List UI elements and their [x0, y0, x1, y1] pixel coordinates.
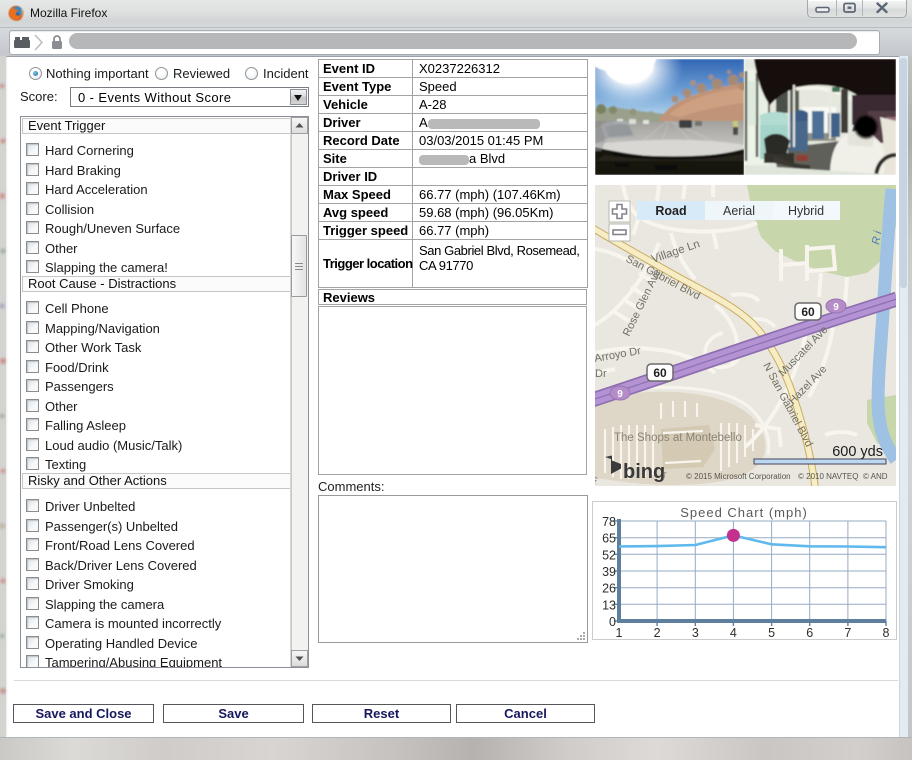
svg-text:600 yds: 600 yds [832, 444, 883, 460]
svg-text:8: 8 [883, 626, 890, 639]
svg-text:65: 65 [602, 532, 616, 546]
svg-text:60: 60 [801, 305, 815, 319]
svg-text:9: 9 [833, 302, 839, 313]
svg-text:13: 13 [602, 598, 616, 612]
svg-text:9: 9 [617, 389, 623, 400]
svg-text:78: 78 [602, 515, 616, 529]
svg-text:The Shops at Montebello: The Shops at Montebello [614, 432, 742, 444]
svg-text:5: 5 [768, 626, 775, 639]
svg-text:r: r [663, 469, 667, 481]
svg-text:60: 60 [653, 366, 667, 380]
svg-text:Road: Road [655, 204, 686, 218]
svg-text:© 2015 Microsoft Corporation: © 2015 Microsoft Corporation [686, 472, 791, 481]
svg-text:52: 52 [602, 548, 616, 562]
svg-text:R i: R i [870, 230, 884, 246]
svg-text:7: 7 [844, 626, 851, 639]
svg-text:4: 4 [730, 626, 737, 639]
svg-text:Aerial: Aerial [723, 204, 755, 218]
svg-text:© 2010 NAVTEQ: © 2010 NAVTEQ [798, 472, 858, 481]
svg-text:1: 1 [616, 626, 623, 639]
svg-text:6: 6 [806, 626, 813, 639]
svg-text:Speed Chart (mph): Speed Chart (mph) [680, 505, 808, 520]
svg-text:Hybrid: Hybrid [788, 204, 824, 218]
svg-text:26: 26 [602, 582, 616, 596]
svg-text:bing: bing [623, 461, 665, 483]
svg-text:39: 39 [602, 565, 616, 579]
svg-text:3: 3 [692, 626, 699, 639]
svg-text:2: 2 [654, 626, 661, 639]
svg-text:Dr: Dr [595, 368, 607, 380]
svg-text:© AND: © AND [863, 472, 888, 481]
